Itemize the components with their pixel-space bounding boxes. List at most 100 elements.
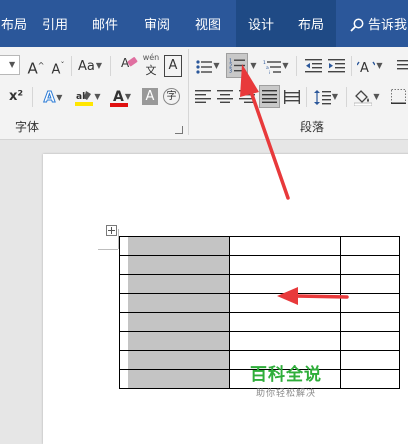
watermark-subtitle: 助你轻松解决 <box>255 389 316 399</box>
tab-review[interactable]: 审阅 <box>135 0 179 47</box>
character-border-button[interactable]: A <box>164 55 182 77</box>
align-center-button[interactable] <box>215 86 235 108</box>
table-cell[interactable] <box>340 312 400 332</box>
enclose-characters-button[interactable]: 字 <box>163 88 180 105</box>
justify-button[interactable] <box>259 85 280 108</box>
tab-layout-page[interactable]: 布局 <box>0 0 34 47</box>
change-case-label: Aa <box>77 59 95 74</box>
justify-icon <box>262 90 277 103</box>
tab-table-design[interactable]: 设计 <box>236 0 286 47</box>
font-color-button[interactable]: A▼ <box>107 86 137 108</box>
chevron-down-icon: ▼ <box>95 61 102 70</box>
chevron-down-icon: ▼ <box>56 93 63 102</box>
text-effects-button[interactable]: A▼ <box>38 86 68 108</box>
shrink-caret-icon: ˇ <box>60 61 65 70</box>
table-cell[interactable] <box>229 236 341 256</box>
decrease-indent-button[interactable] <box>302 55 324 77</box>
table-cell-selected[interactable] <box>127 331 230 351</box>
chevron-down-icon: ▼ <box>331 92 339 101</box>
bullet-list-icon <box>196 59 213 74</box>
table-cell[interactable] <box>119 255 128 275</box>
table-cell[interactable] <box>119 312 128 332</box>
tell-me-box[interactable]: 告诉我 <box>350 0 407 47</box>
multilevel-list-button[interactable]: 1 a i ▼ <box>261 55 291 77</box>
tab-mailings[interactable]: 邮件 <box>83 0 127 47</box>
tab-references[interactable]: 引用 <box>34 0 76 47</box>
align-center-icon <box>217 90 233 103</box>
decrease-indent-icon <box>304 58 322 72</box>
character-shading-button[interactable]: A <box>142 88 158 105</box>
chinese-layout-button[interactable]: A ▼ <box>355 55 385 77</box>
table-cell[interactable] <box>340 236 400 256</box>
margin-corner-mark <box>98 249 118 250</box>
table-cell[interactable] <box>340 369 400 389</box>
distributed-button[interactable] <box>282 86 302 108</box>
clear-formatting-button[interactable]: A <box>118 55 140 77</box>
table-cell[interactable] <box>119 274 128 294</box>
table-cell-selected[interactable] <box>127 369 230 389</box>
phonetic-guide-button[interactable]: wén 文 <box>141 53 161 79</box>
table-move-handle-icon[interactable] <box>106 225 117 236</box>
table-cell-selected[interactable] <box>127 293 230 313</box>
table-cell[interactable] <box>119 236 128 256</box>
watermark-title: 百科全说 <box>250 365 322 385</box>
table-cell[interactable] <box>119 369 128 389</box>
table-cell-selected[interactable] <box>127 255 230 275</box>
borders-button[interactable] <box>388 86 408 108</box>
font-size-field[interactable]: ▼ <box>0 55 20 75</box>
paragraph-group-label: 段落 <box>299 120 324 134</box>
divider <box>296 56 297 76</box>
subscript-button[interactable]: x² <box>6 86 26 108</box>
numbering-dropdown[interactable]: ▼ <box>248 55 258 77</box>
change-case-button[interactable]: Aa▼ <box>75 55 105 77</box>
chevron-down-icon: ▼ <box>376 61 383 70</box>
svg-text:A: A <box>360 61 369 75</box>
tab-view[interactable]: 视图 <box>186 0 230 47</box>
chinese-layout-icon: A <box>357 61 376 75</box>
align-left-button[interactable] <box>193 86 213 108</box>
table-cell[interactable] <box>119 293 128 313</box>
table-cell[interactable] <box>340 293 400 313</box>
table-cell-selected[interactable] <box>127 236 230 256</box>
table-cell-selected[interactable] <box>127 350 230 370</box>
shrink-font-button[interactable]: Aˇ <box>48 55 68 77</box>
align-right-button[interactable] <box>237 86 257 108</box>
table-cell-selected[interactable] <box>127 274 230 294</box>
svg-text:3: 3 <box>229 69 232 74</box>
highlight-color-button[interactable]: ab ▼ <box>72 86 104 108</box>
table-row <box>119 236 400 256</box>
svg-text:i: i <box>269 70 270 74</box>
table-cell[interactable] <box>340 274 400 294</box>
font-color-swatch <box>110 103 128 107</box>
table-cell[interactable] <box>229 274 341 294</box>
divider <box>306 87 307 107</box>
sort-button[interactable] <box>392 55 408 77</box>
phonetic-top: wén <box>142 53 160 62</box>
bullets-button[interactable]: ▼ <box>193 55 223 77</box>
table-cell[interactable] <box>119 331 128 351</box>
sort-icon <box>397 59 408 69</box>
line-spacing-button[interactable]: ▼ <box>311 86 341 108</box>
borders-icon <box>390 89 406 104</box>
table-cell[interactable] <box>340 331 400 351</box>
tab-table-layout[interactable]: 布局 <box>286 0 336 47</box>
table-cell[interactable] <box>229 312 341 332</box>
table-cell[interactable] <box>229 255 341 275</box>
line-spacing-icon <box>313 90 331 105</box>
table-cell[interactable] <box>119 350 128 370</box>
table-cell[interactable] <box>340 255 400 275</box>
grow-caret-icon: ^ <box>37 61 45 70</box>
font-dialog-launcher-icon[interactable] <box>175 126 183 134</box>
table-cell[interactable] <box>229 293 341 313</box>
grow-font-button[interactable]: A^ <box>26 55 46 77</box>
divider <box>110 56 111 76</box>
divider <box>32 87 33 107</box>
table-cell[interactable] <box>229 331 341 351</box>
increase-indent-button[interactable] <box>325 55 347 77</box>
table-row <box>119 331 400 351</box>
watermark-logo: 百科全说 助你轻松解决 <box>250 360 322 399</box>
table-cell-selected[interactable] <box>127 312 230 332</box>
table-cell[interactable] <box>340 350 400 370</box>
numbering-button[interactable]: 1 2 3 <box>226 53 248 78</box>
shading-button[interactable]: ▼ <box>351 86 383 108</box>
